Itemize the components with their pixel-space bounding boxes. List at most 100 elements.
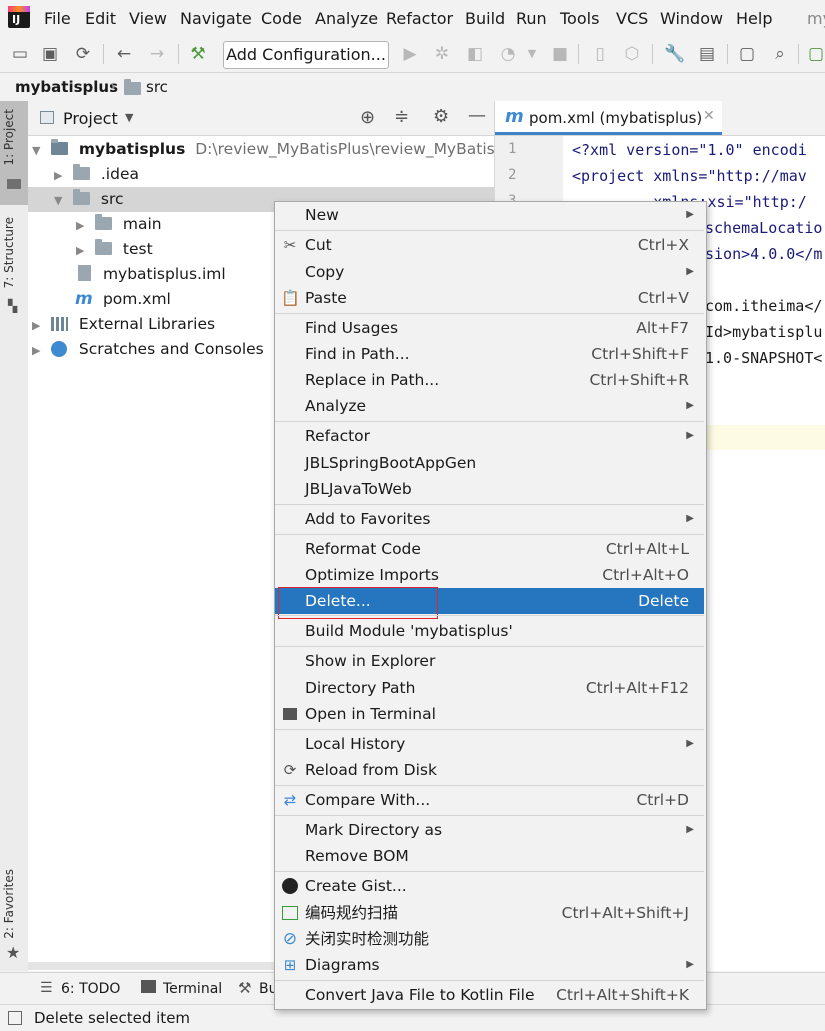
code-line[interactable]: 1.0-SNAPSHOT< (705, 349, 822, 367)
open-folder-icon[interactable]: ▭ (10, 44, 30, 64)
menu-item-add-favorites[interactable]: Add to Favorites ▶ (275, 506, 704, 532)
tree-item-pom[interactable]: m pom.xml (75, 287, 171, 312)
collapse-all-icon[interactable]: ≑ (394, 106, 409, 127)
build-hammer-icon[interactable]: ⚒ (188, 44, 208, 64)
menu-item-copy[interactable]: Copy ▶ (275, 259, 704, 285)
terminal-tab[interactable]: Terminal (163, 981, 222, 997)
menu-item-convert-kotlin[interactable]: Convert Java File to Kotlin File Ctrl+Alt… (275, 982, 704, 1008)
menu-code[interactable]: Code (261, 9, 302, 28)
menu-view[interactable]: View (129, 9, 167, 28)
favorites-tab-label[interactable]: 2: Favorites (2, 869, 26, 939)
menu-item-jbl-spring[interactable]: JBLSpringBootAppGen (275, 450, 704, 476)
code-line[interactable]: sion>4.0.0</m (705, 245, 822, 263)
save-icon[interactable]: ▣ (40, 44, 60, 64)
menu-item-reformat[interactable]: Reformat Code Ctrl+Alt+L (275, 536, 704, 562)
minimize-icon[interactable]: — (468, 105, 486, 126)
sync-icon[interactable]: ⟳ (73, 44, 93, 64)
tree-item-idea[interactable]: ▶ .idea (54, 162, 139, 187)
device-icon[interactable]: ▯ (590, 44, 610, 64)
menu-item-remove-bom[interactable]: Remove BOM (275, 843, 704, 869)
menu-analyze[interactable]: Analyze (315, 9, 378, 28)
sdk-icon[interactable]: ⬡ (622, 44, 642, 64)
run-icon[interactable]: ▶ (400, 44, 420, 64)
menu-item-cut[interactable]: ✂ Cut Ctrl+X (275, 232, 704, 258)
stop-icon[interactable]: ■ (550, 44, 570, 64)
project-structure-icon[interactable]: ▤ (697, 44, 717, 64)
structure-tab-label[interactable]: 7: Structure (2, 217, 26, 288)
menu-item-reload[interactable]: ⟳ Reload from Disk (275, 757, 704, 783)
locate-icon[interactable]: ⊕ (360, 107, 375, 128)
code-line[interactable]: Id>mybatisplu (705, 323, 822, 341)
tree-item-main[interactable]: ▶ main (76, 212, 162, 237)
wrench-icon[interactable]: 🔧 (664, 44, 685, 64)
tree-root[interactable]: ▼ mybatisplus D:\review_MyBatisPlus\revi… (32, 137, 538, 162)
profile-icon[interactable]: ◔ (498, 44, 518, 64)
code-line[interactable]: com.itheima</ (705, 297, 822, 315)
menu-item-find-usages[interactable]: Find Usages Alt+F7 (275, 315, 704, 341)
menu-help[interactable]: Help (736, 9, 772, 28)
chevron-down-icon[interactable]: ▼ (54, 188, 68, 213)
menu-item-mark-directory[interactable]: Mark Directory as ▶ (275, 817, 704, 843)
coverage-icon[interactable]: ◧ (465, 44, 485, 64)
tree-item-src[interactable]: ▼ src (54, 187, 124, 212)
menu-window[interactable]: Window (660, 9, 723, 28)
menu-item-paste[interactable]: 📋 Paste Ctrl+V (275, 285, 704, 311)
chevron-right-icon[interactable]: ▶ (32, 313, 46, 338)
code-line[interactable]: schemaLocatio (705, 219, 822, 237)
menu-item-build-module[interactable]: Build Module 'mybatisplus' (275, 618, 704, 644)
breadcrumb-project[interactable]: mybatisplus (15, 78, 118, 96)
menu-vcs[interactable]: VCS (616, 9, 648, 28)
menu-item-jbl-java[interactable]: JBLJavaToWeb (275, 476, 704, 502)
code-line[interactable]: <?xml version="1.0" encodi (572, 141, 807, 159)
menu-item-local-history[interactable]: Local History ▶ (275, 731, 704, 757)
menu-edit[interactable]: Edit (85, 9, 116, 28)
project-tool-tab[interactable]: 1: Project (0, 101, 28, 205)
menu-file[interactable]: File (44, 9, 71, 28)
terminal-window-icon[interactable]: ▢ (737, 44, 757, 64)
menu-item-optimize-imports[interactable]: Optimize Imports Ctrl+Alt+O (275, 562, 704, 588)
breadcrumb-src[interactable]: src (146, 78, 168, 96)
project-panel-title[interactable]: Project (63, 109, 118, 128)
menu-item-close-detect[interactable]: ⊘ 关闭实时检测功能 (275, 926, 704, 952)
chevron-right-icon[interactable]: ▶ (32, 338, 46, 363)
chevron-down-icon[interactable]: ▼ (32, 138, 46, 163)
menu-item-replace-in-path[interactable]: Replace in Path... Ctrl+Shift+R (275, 367, 704, 393)
gear-icon[interactable]: ⚙ (433, 106, 449, 127)
chevron-down-icon[interactable]: ▼ (125, 111, 133, 124)
menu-item-compare-with[interactable]: ⇄ Compare With... Ctrl+D (275, 787, 704, 813)
add-configuration-button[interactable]: Add Configuration... (223, 41, 389, 69)
menu-navigate[interactable]: Navigate (180, 9, 252, 28)
tree-item-test[interactable]: ▶ test (76, 237, 153, 262)
tree-item-external-libraries[interactable]: ▶ External Libraries (32, 312, 215, 337)
menu-item-new[interactable]: New ▶ (275, 202, 704, 228)
search-icon[interactable]: ⌕ (770, 44, 790, 64)
menu-item-create-gist[interactable]: Create Gist... (275, 873, 704, 899)
debug-icon[interactable]: ✲ (432, 44, 452, 64)
menu-item-code-scan[interactable]: 编码规约扫描 Ctrl+Alt+Shift+J (275, 900, 704, 926)
menu-item-diagrams[interactable]: ⊞ Diagrams ▶ (275, 952, 704, 978)
menu-item-analyze[interactable]: Analyze ▶ (275, 393, 704, 419)
menu-item-directory-path[interactable]: Directory Path Ctrl+Alt+F12 (275, 675, 704, 701)
tree-item-iml[interactable]: mybatisplus.iml (78, 262, 226, 287)
menu-item-find-in-path[interactable]: Find in Path... Ctrl+Shift+F (275, 341, 704, 367)
close-icon[interactable]: ✕ (703, 108, 715, 124)
chevron-right-icon[interactable]: ▶ (54, 163, 68, 188)
tree-item-scratches[interactable]: ▶ Scratches and Consoles (32, 337, 264, 362)
menu-tools[interactable]: Tools (560, 9, 599, 28)
code-line[interactable]: <project xmlns="http://mav (572, 167, 807, 185)
menu-item-refactor[interactable]: Refactor ▶ (275, 423, 704, 449)
menu-refactor[interactable]: Refactor (386, 9, 453, 28)
menu-item-show-in-explorer[interactable]: Show in Explorer (275, 648, 704, 674)
chevron-down-icon[interactable]: ▼ (522, 44, 542, 64)
update-icon[interactable]: ▢ (806, 44, 825, 64)
menu-item-open-terminal[interactable]: Open in Terminal (275, 701, 704, 727)
status-toggle-icon[interactable] (8, 1011, 22, 1025)
forward-icon[interactable]: → (147, 44, 167, 64)
todo-tab[interactable]: 6: TODO (61, 981, 120, 997)
chevron-right-icon[interactable]: ▶ (76, 213, 90, 238)
menu-run[interactable]: Run (516, 9, 547, 28)
editor-tab-pom[interactable]: m pom.xml (mybatisplus) ✕ (495, 101, 722, 135)
chevron-right-icon[interactable]: ▶ (76, 238, 90, 263)
back-icon[interactable]: ← (114, 44, 134, 64)
menu-build[interactable]: Build (465, 9, 505, 28)
